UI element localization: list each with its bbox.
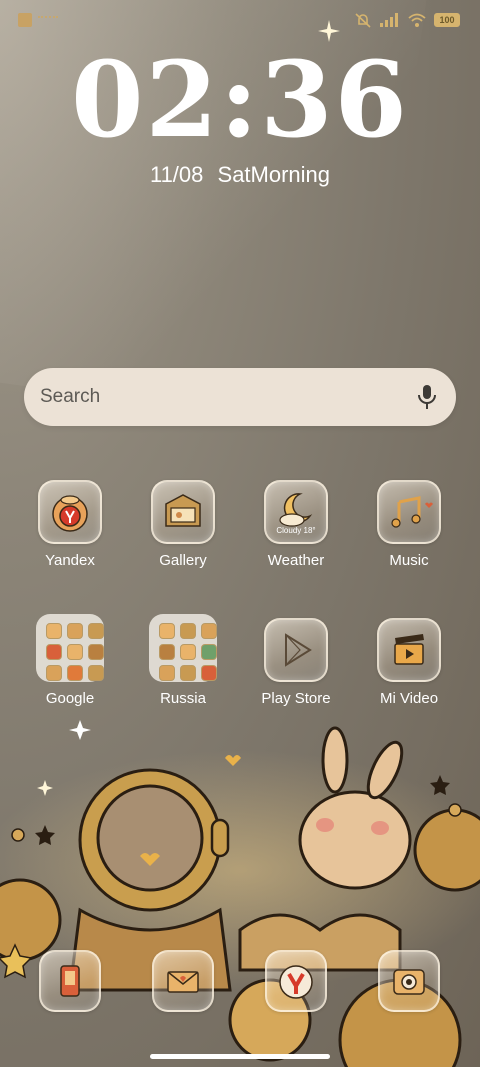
battery-icon: 100 (434, 13, 460, 27)
camera-icon (378, 950, 440, 1012)
dock-phone[interactable] (20, 950, 120, 1012)
signal-icon (380, 13, 398, 27)
app-label: Yandex (45, 552, 95, 569)
mic-icon[interactable] (416, 383, 438, 411)
notification-app-icon (18, 13, 32, 27)
google-folder-icon (36, 614, 104, 682)
weather-icon: Cloudy 18° (264, 480, 328, 544)
app-label: Play Store (261, 690, 331, 707)
app-label: Music (389, 552, 429, 569)
date-label[interactable]: 11/08 SatMorning (0, 162, 480, 188)
app-label: Gallery (159, 552, 207, 569)
play-store-icon (264, 618, 328, 682)
day-part: SatMorning (217, 162, 331, 187)
folder-russia[interactable]: Russia (133, 614, 233, 707)
app-gallery[interactable]: Gallery (133, 480, 233, 569)
russia-folder-icon (149, 614, 217, 682)
dock-camera[interactable] (359, 950, 459, 1012)
app-yandex[interactable]: Yandex (20, 480, 120, 569)
messages-icon (152, 950, 214, 1012)
gallery-icon (151, 480, 215, 544)
app-label: Mi Video (379, 690, 439, 707)
music-icon (377, 480, 441, 544)
yandex-icon (38, 480, 102, 544)
app-play-store[interactable]: Play Store (246, 618, 346, 707)
search-bar[interactable]: Search (24, 368, 456, 426)
app-label: Russia (160, 690, 206, 707)
mute-icon (355, 13, 371, 28)
date-value: 11/08 (149, 162, 204, 187)
app-mi-video[interactable]: Mi Video (359, 618, 459, 707)
search-input[interactable]: Search (40, 386, 416, 408)
app-label: Weather (267, 552, 325, 569)
folder-google[interactable]: Google (20, 614, 120, 707)
notification-dots (38, 16, 58, 21)
app-weather[interactable]: Cloudy 18° Weather (246, 480, 346, 569)
dock-yandex-browser[interactable] (246, 950, 346, 1012)
mi-video-icon (377, 618, 441, 682)
wallpaper-illustration (0, 720, 480, 1067)
dock-messages[interactable] (133, 950, 233, 1012)
home-gesture-bar[interactable] (150, 1054, 330, 1059)
app-music[interactable]: Music (359, 480, 459, 569)
clock-time[interactable]: 02:36 (0, 48, 480, 152)
weather-widget-text: Cloudy 18° (276, 526, 316, 535)
status-bar: 100 (0, 10, 480, 34)
phone-icon (39, 950, 101, 1012)
app-label: Google (45, 690, 95, 707)
yandex-browser-icon (265, 950, 327, 1012)
wifi-icon (408, 13, 426, 27)
